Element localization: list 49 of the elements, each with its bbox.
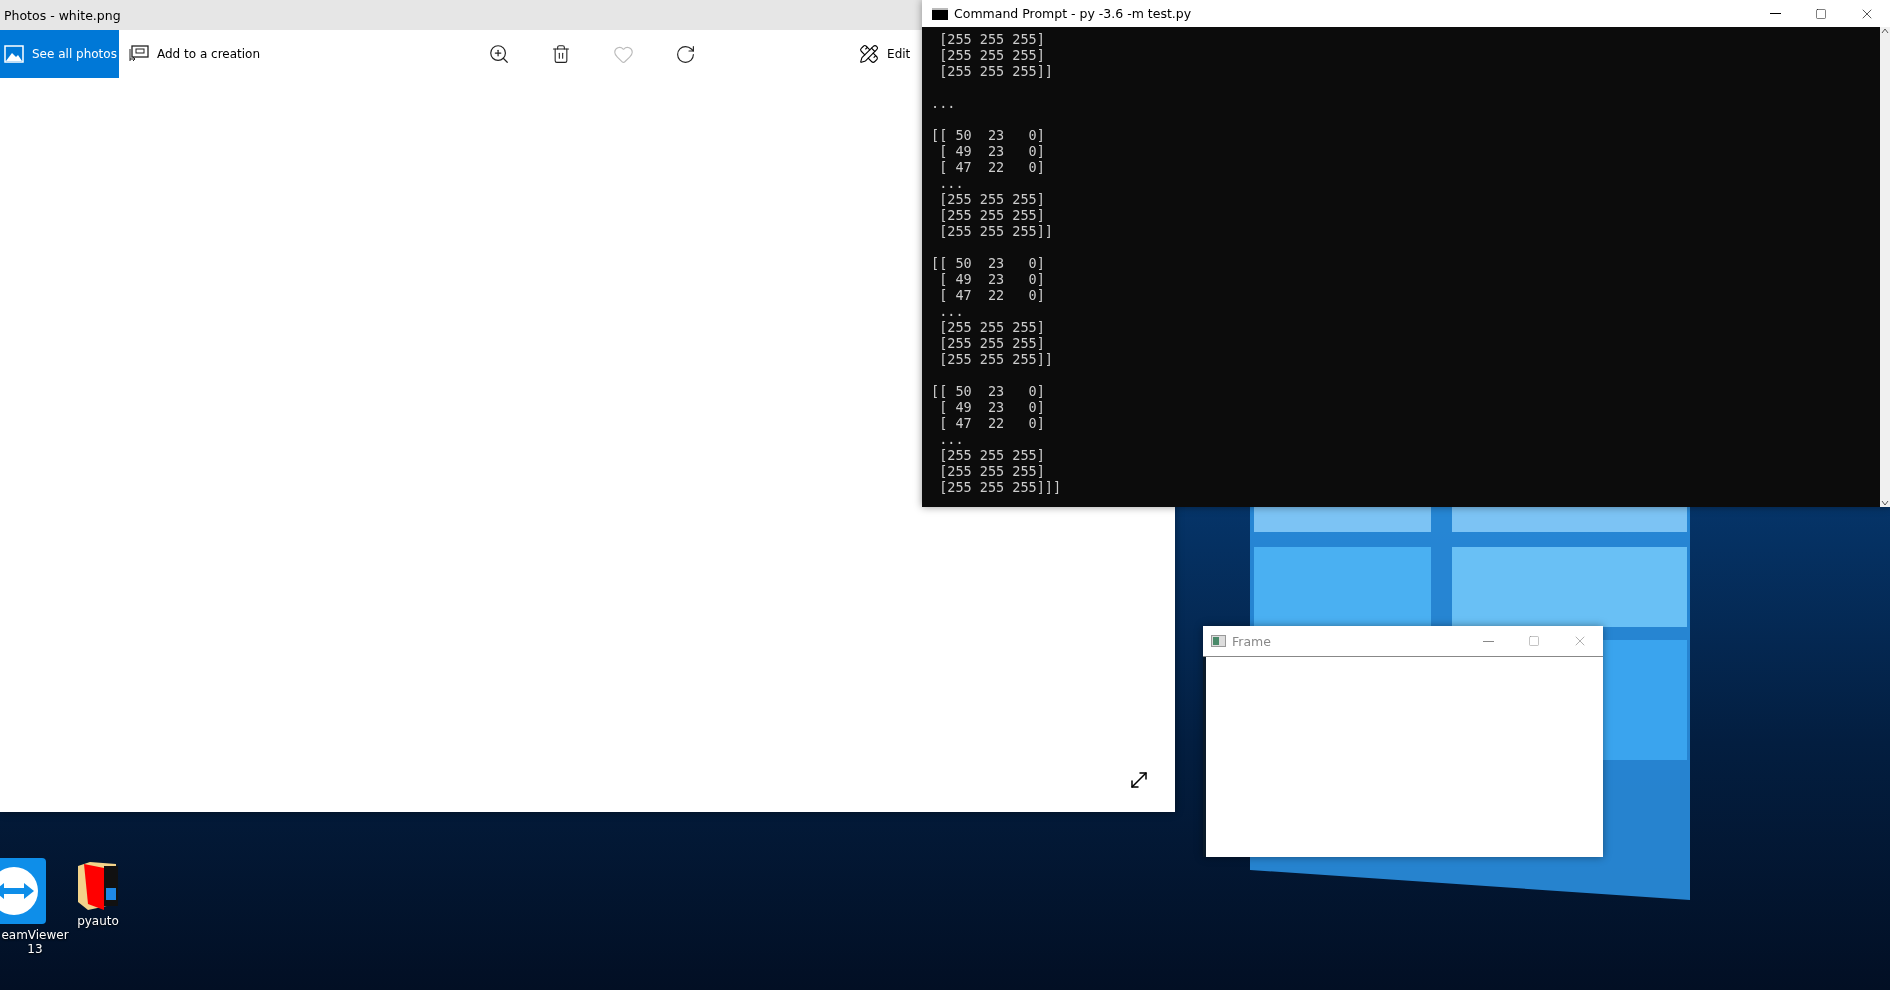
console-line: [255 255 255]] (938, 223, 1054, 239)
maximize-icon (1815, 7, 1827, 20)
console-line: [[ 50 23 0] (931, 383, 1046, 399)
rotate-icon (674, 43, 696, 65)
console-line: [255 255 255] (938, 319, 1046, 335)
console-line: ... (931, 95, 957, 111)
scroll-down-icon[interactable] (1881, 499, 1889, 507)
console-line: [[ 50 23 0] (931, 127, 1046, 143)
console-line: [ 49 23 0] (938, 399, 1046, 415)
icon-label: pyauto (76, 914, 120, 928)
creation-icon (129, 45, 149, 63)
console-line: [255 255 255] (938, 447, 1046, 463)
trash-icon (551, 44, 572, 64)
minimize-icon (1482, 640, 1494, 642)
maximize-icon (1528, 635, 1540, 647)
console-line: ... (938, 303, 965, 319)
console-line: [255 255 255]] (938, 351, 1054, 367)
console-line: [[ 50 23 0] (931, 255, 1046, 271)
console-line: [255 255 255]] (938, 63, 1054, 79)
console-line: [255 255 255] (938, 31, 1046, 47)
console-line: [255 255 255] (938, 207, 1046, 223)
minimize-icon (1769, 13, 1781, 14)
console-line: [ 49 23 0] (938, 143, 1046, 159)
console-line: [255 255 255]]] (938, 479, 1063, 495)
console-line: [255 255 255] (938, 335, 1046, 351)
window-title: Photos - white.png (4, 7, 121, 23)
add-to-creation-button[interactable]: Add to a creation (119, 30, 271, 78)
window-title: Frame (1232, 633, 1272, 649)
picture-icon (4, 45, 24, 63)
console-line: [ 47 22 0] (938, 287, 1046, 303)
console-line: [ 47 22 0] (938, 415, 1046, 431)
edit-button[interactable]: Edit (849, 30, 921, 78)
window-icon (1211, 635, 1226, 647)
console-line: [255 255 255] (938, 191, 1046, 207)
console-line: ... (938, 175, 965, 191)
console-line: [255 255 255] (938, 47, 1046, 63)
scrollbar[interactable] (1880, 27, 1890, 507)
app-icon[interactable] (0, 858, 46, 924)
console-line: [255 255 255] (938, 463, 1046, 479)
window-title: Command Prompt - py -3.6 -m test.py (954, 6, 1193, 21)
icon-label: eamViewer 13 (0, 928, 70, 956)
pencil-ruler-icon (859, 44, 880, 64)
zoom-in-icon (488, 43, 511, 65)
console-line: ... (938, 431, 965, 447)
scroll-up-icon[interactable] (1881, 27, 1889, 35)
console-line: [ 49 23 0] (938, 271, 1046, 287)
see-all-photos-button[interactable]: See all photos (0, 30, 119, 78)
console-icon (932, 7, 948, 20)
console-line: [ 47 22 0] (938, 159, 1046, 175)
